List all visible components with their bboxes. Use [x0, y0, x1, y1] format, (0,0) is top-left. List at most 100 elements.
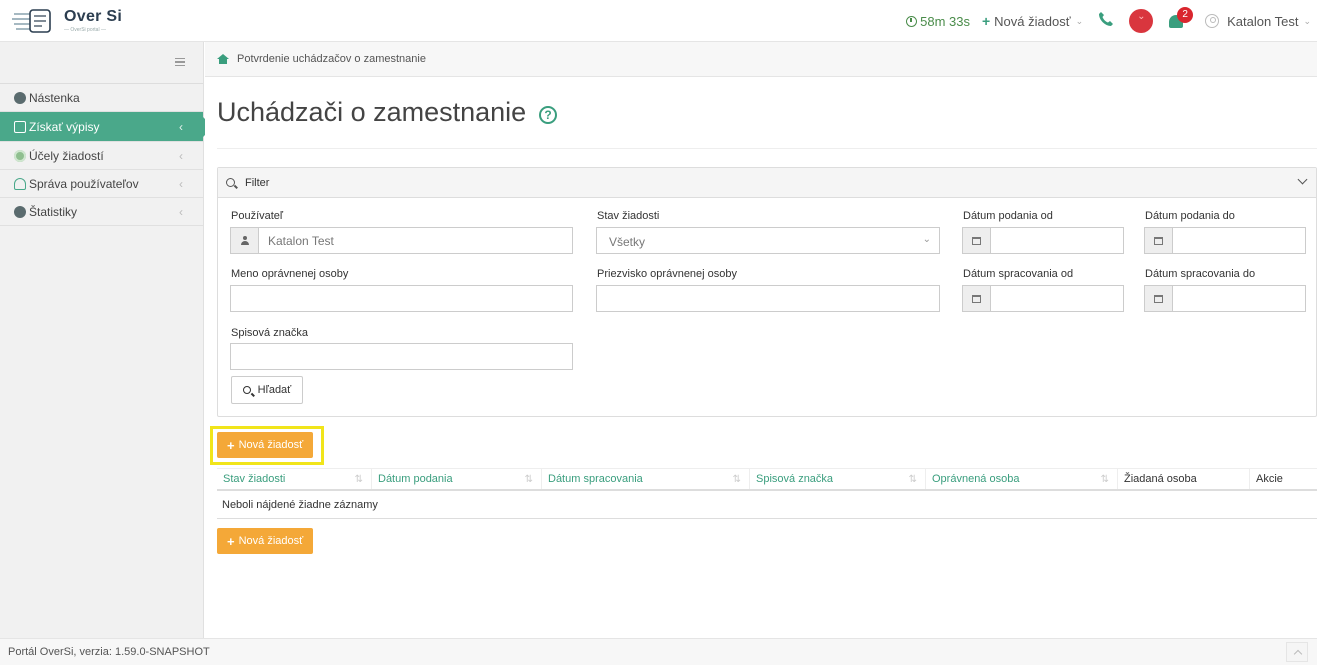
chevron-down-icon: ⌄: [922, 234, 931, 245]
file-ref-input[interactable]: [230, 343, 573, 370]
name-input[interactable]: [230, 285, 573, 312]
filter-title: Filter: [245, 176, 270, 189]
chevron-down-icon: ⌄: [1075, 15, 1084, 26]
column-label: Dátum podania: [378, 473, 453, 485]
column-header-status[interactable]: Stav žiadosti ⇅: [217, 469, 372, 489]
column-header-actions: Akcie: [1250, 469, 1317, 489]
logo-icon: [12, 9, 51, 33]
user-icon: [1205, 14, 1220, 28]
chevron-down-icon: ⌄: [1303, 15, 1311, 26]
sidebar-item-label: Správa používateľov: [29, 176, 139, 191]
calendar-icon: [1154, 294, 1163, 303]
sidebar-item-statistics[interactable]: Štatistiky ‹: [0, 198, 203, 226]
divider: [217, 148, 1317, 149]
sidebar-item-label: Získať výpisy: [29, 119, 100, 134]
column-label: Stav žiadosti: [223, 473, 286, 485]
filter-header[interactable]: Filter: [218, 168, 1316, 198]
sort-icon: ⇅: [1100, 473, 1109, 485]
user-menu[interactable]: Katalon Test ⌄: [1205, 14, 1311, 29]
column-header-submitted[interactable]: Dátum podania ⇅: [372, 469, 542, 489]
person-icon: [240, 236, 249, 245]
user-field[interactable]: Katalon Test: [230, 227, 573, 254]
processed-from-label: Dátum spracovania od: [963, 268, 1074, 280]
new-request-dropdown[interactable]: + Nová žiadosť ⌄: [982, 13, 1083, 29]
clock-icon: [906, 15, 918, 27]
notifications-button[interactable]: 2: [1167, 7, 1194, 31]
calendar-addon[interactable]: [963, 228, 991, 253]
column-header-file-ref[interactable]: Spisová značka ⇅: [750, 469, 926, 489]
logo[interactable]: Over Si — OverSi portal —: [10, 6, 122, 36]
submitted-to-input[interactable]: [1144, 227, 1306, 254]
calendar-icon: [1154, 236, 1163, 245]
plus-icon: +: [227, 533, 235, 549]
sidebar-item-label: Účely žiadostí: [29, 148, 104, 163]
version-text: Portál OverSi, verzia: 1.59.0-SNAPSHOT: [8, 646, 210, 658]
help-icon[interactable]: ?: [539, 106, 557, 124]
status-select[interactable]: Všetky ⌄: [596, 227, 940, 254]
search-button-label: Hľadať: [257, 384, 292, 396]
sidebar-item-request-purposes[interactable]: Účely žiadostí ‹: [0, 142, 203, 170]
footer: Portál OverSi, verzia: 1.59.0-SNAPSHOT: [0, 638, 1317, 665]
calendar-icon: [972, 294, 981, 303]
sidebar-toggle[interactable]: [0, 42, 203, 84]
users-icon: [14, 177, 26, 190]
calendar-addon[interactable]: [963, 286, 991, 311]
user-label: Používateľ: [231, 210, 284, 222]
phone-icon[interactable]: [1097, 10, 1115, 33]
submitted-from-input[interactable]: [962, 227, 1124, 254]
column-header-processed[interactable]: Dátum spracovania ⇅: [542, 469, 750, 489]
chevron-left-icon: ‹: [179, 119, 183, 134]
home-icon[interactable]: [217, 54, 229, 64]
surname-input[interactable]: [596, 285, 940, 312]
filter-panel: Filter Používateľ Katalon Test Stav žiad…: [217, 167, 1317, 417]
sort-icon: ⇅: [354, 473, 363, 485]
sidebar-item-label: Nástenka: [29, 90, 80, 105]
search-icon: [242, 386, 251, 394]
sort-icon: ⇅: [524, 473, 533, 485]
column-label: Dátum spracovania: [548, 473, 643, 485]
calendar-addon[interactable]: [1145, 228, 1173, 253]
hamburger-icon: [175, 58, 185, 66]
column-header-requested-person[interactable]: Žiadaná osoba: [1118, 469, 1250, 489]
copy-icon: [14, 120, 26, 133]
sidebar-item-dashboard[interactable]: Nástenka: [0, 84, 203, 112]
surname-label: Priezvisko oprávnenej osoby: [597, 268, 738, 280]
breadcrumb-current: Potvrdenie uchádzačov o zamestnanie: [237, 53, 426, 65]
sidebar: Nástenka Získať výpisy ‹ Účely žiadostí …: [0, 42, 213, 638]
processed-from-input[interactable]: [962, 285, 1124, 312]
new-request-button-label: Nová žiadosť: [238, 439, 304, 451]
column-label: Žiadaná osoba: [1124, 473, 1197, 485]
chevron-down-icon[interactable]: [1297, 174, 1308, 185]
table-header: Stav žiadosti ⇅ Dátum podania ⇅ Dátum spra…: [217, 468, 1317, 491]
dashboard-icon: [14, 91, 26, 104]
submitted-from-label: Dátum podania od: [963, 210, 1053, 222]
processed-to-input[interactable]: [1144, 285, 1306, 312]
sidebar-item-get-extracts[interactable]: Získať výpisy ‹: [0, 112, 213, 142]
chevron-left-icon: ‹: [179, 204, 183, 219]
column-label: Oprávnená osoba: [932, 473, 1020, 485]
session-timer: 58m 33s: [906, 14, 970, 29]
empty-message: Neboli nájdené žiadne záznamy: [222, 498, 378, 511]
breadcrumb: Potvrdenie uchádzačov o zamestnanie: [205, 42, 1317, 77]
search-icon: [226, 178, 235, 187]
new-request-button-top[interactable]: + Nová žiadosť: [217, 432, 314, 458]
search-button[interactable]: Hľadať: [231, 376, 303, 404]
file-ref-label: Spisová značka: [231, 327, 309, 339]
new-request-label: Nová žiadosť: [994, 13, 1071, 29]
submitted-to-label: Dátum podania do: [1145, 210, 1235, 222]
sort-icon: ⇅: [908, 473, 917, 485]
user-field-value: Katalon Test: [268, 234, 334, 248]
column-header-authorized-person[interactable]: Oprávnená osoba ⇅: [926, 469, 1118, 489]
chevron-left-icon: ‹: [179, 176, 183, 191]
new-request-button-label: Nová žiadosť: [238, 535, 304, 547]
status-menu-button[interactable]: [1129, 9, 1154, 33]
plus-icon: +: [227, 437, 235, 453]
column-label: Spisová značka: [756, 473, 834, 485]
calendar-icon: [972, 236, 981, 245]
calendar-addon[interactable]: [1145, 286, 1173, 311]
new-request-button-bottom[interactable]: + Nová žiadosť: [217, 528, 314, 554]
circle-icon: [14, 149, 26, 162]
sidebar-item-user-management[interactable]: Správa používateľov ‹: [0, 170, 203, 198]
scroll-to-top-button[interactable]: [1286, 642, 1308, 662]
sidebar-item-label: Štatistiky: [29, 204, 78, 219]
